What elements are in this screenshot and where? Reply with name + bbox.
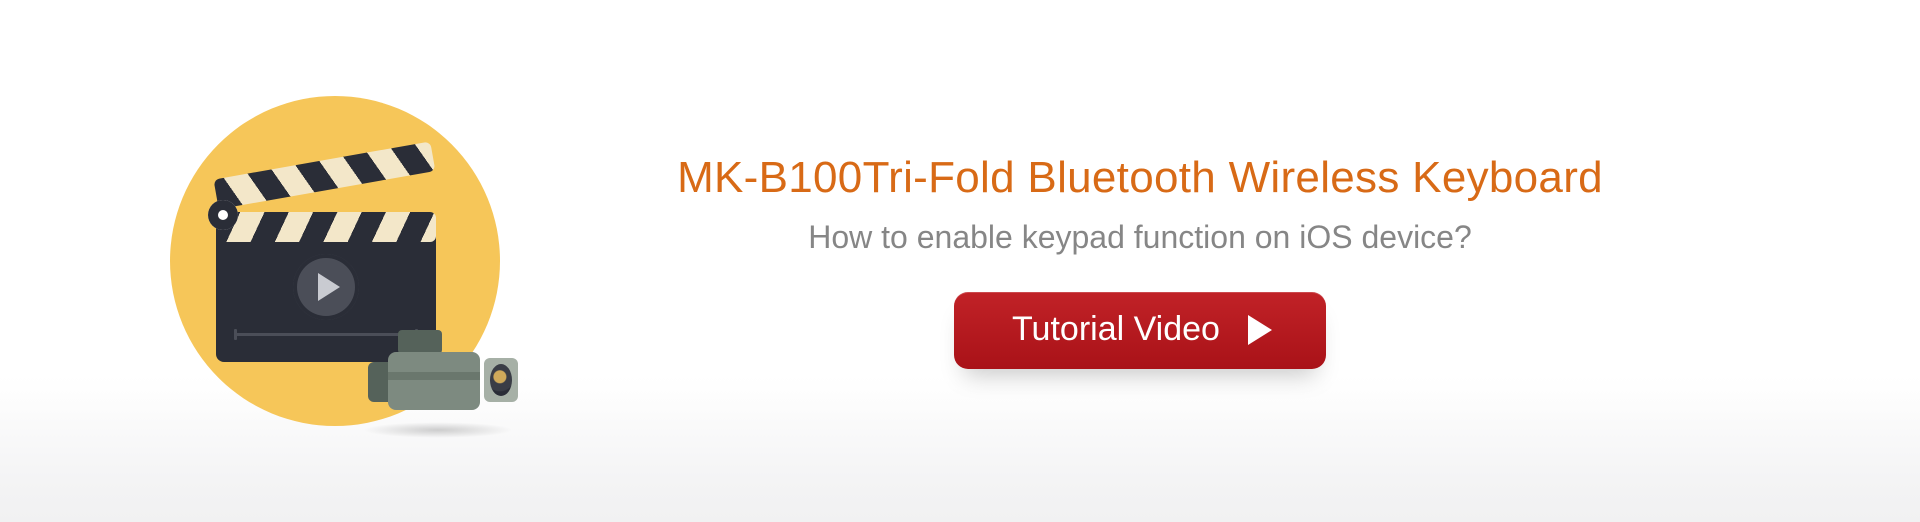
camcorder-icon [358,322,508,432]
tutorial-video-button[interactable]: Tutorial Video [954,292,1326,369]
play-icon [293,254,359,320]
clapperboard-illustration [170,96,500,426]
question-subtitle: How to enable keypad function on iOS dev… [808,219,1472,256]
copy-block: MK-B100Tri-Fold Bluetooth Wireless Keybo… [590,153,1690,369]
product-title: MK-B100Tri-Fold Bluetooth Wireless Keybo… [677,153,1603,203]
banner: MK-B100Tri-Fold Bluetooth Wireless Keybo… [0,0,1920,522]
play-icon [1248,315,1272,345]
button-label: Tutorial Video [1012,310,1220,349]
